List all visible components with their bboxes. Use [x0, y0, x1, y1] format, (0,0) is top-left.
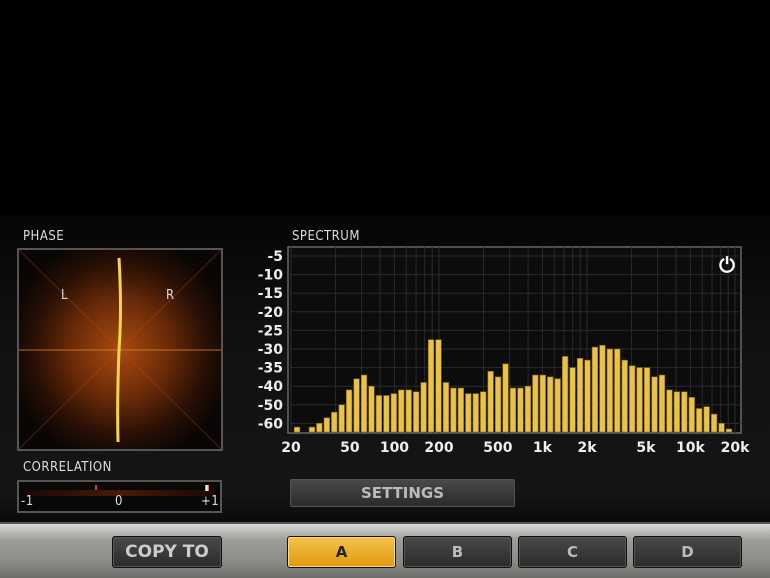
correlation-max-label: +1 — [201, 494, 220, 509]
slot-b-button[interactable]: B — [403, 536, 512, 568]
spectrum-bar — [331, 411, 338, 433]
spectrum-bar — [442, 382, 450, 433]
spectrum-bar — [308, 426, 315, 433]
spectrum-bar — [375, 395, 383, 433]
spectrum-chart: -5 -10 -15 -20 -25 -30 -35 -40 -50 -60 20 50 100 200 5… — [258, 246, 750, 456]
spectrum-x-tick-label: 20 — [281, 440, 301, 456]
spectrum-bar — [502, 363, 509, 433]
spectrum-bar — [688, 397, 695, 433]
spectrum-x-tick-label: 10k — [676, 440, 705, 456]
correlation-meter: -1 0 +1 — [17, 480, 222, 513]
spectrum-y-tick-label: -10 — [258, 268, 284, 284]
spectrum-x-tick-label: 5k — [636, 440, 656, 456]
spectrum-bar — [420, 382, 427, 433]
spectrum-bar — [465, 393, 472, 433]
spectrum-x-tick-label: 200 — [424, 440, 453, 456]
spectrum-bar — [725, 428, 733, 433]
spectrum-bar — [703, 406, 710, 433]
spectrum-bar — [547, 376, 554, 433]
correlation-zero-mark — [95, 485, 97, 490]
spectrum-bar — [316, 423, 323, 433]
spectrum-bar — [539, 374, 546, 433]
spectrum-x-tick-label: 1k — [533, 440, 553, 456]
spectrum-bar — [435, 339, 442, 433]
spectrum-bar — [487, 371, 494, 433]
spectrum-bar — [599, 344, 606, 433]
spectrum-x-tick-label: 100 — [380, 440, 409, 456]
spectrum-y-tick-label: -30 — [258, 342, 284, 358]
spectrum-bar — [480, 391, 487, 433]
spectrum-bar — [509, 387, 517, 433]
spectrum-bar — [398, 389, 405, 433]
spectrum-y-tick-label: -50 — [258, 398, 284, 414]
spectrum-bar — [643, 367, 651, 433]
spectrum-bar — [591, 346, 599, 433]
slot-a-button[interactable]: A — [287, 536, 396, 568]
spectrum-bar — [666, 389, 673, 433]
spectrum-bar — [413, 391, 420, 433]
spectrum-bar — [383, 395, 390, 433]
spectrum-bar — [457, 387, 464, 433]
spectrum-bar — [651, 376, 658, 433]
spectrum-bar — [293, 426, 301, 433]
spectrum-bar — [390, 393, 397, 433]
spectrum-bar — [681, 391, 688, 433]
spectrum-x-tick-label: 2k — [577, 440, 597, 456]
spectrum-bar — [673, 391, 680, 433]
spectrum-bar — [517, 387, 524, 433]
spectrum-bar — [346, 389, 353, 433]
spectrum-y-tick-label: -25 — [258, 323, 283, 339]
settings-button[interactable]: SETTINGS — [289, 478, 516, 508]
spectrum-bar — [338, 404, 345, 433]
spectrum-bar — [636, 367, 643, 433]
spectrum-y-tick-label: -40 — [258, 379, 284, 395]
spectrum-bar — [614, 348, 621, 433]
spectrum-y-tick-label: -15 — [258, 286, 283, 302]
spectrum-bar — [524, 385, 531, 433]
spectrum-bar — [360, 374, 368, 433]
spectrum-bar — [606, 348, 613, 433]
spectrum-bar — [629, 365, 636, 433]
spectrum-x-tick-label: 50 — [340, 440, 360, 456]
spectrum-bar — [576, 357, 584, 433]
spectrum-bar — [696, 408, 703, 433]
spectrum-bar — [495, 376, 502, 433]
spectrum-bar — [658, 374, 666, 433]
spectrum-bar — [353, 378, 360, 433]
spectrum-bar — [569, 367, 576, 433]
spectrum-bar — [323, 417, 330, 433]
spectrum-y-tick-label: -20 — [258, 305, 284, 321]
spectrum-bar — [711, 413, 718, 433]
spectrum-y-tick-label: -5 — [267, 249, 283, 265]
correlation-mid-label: 0 — [115, 494, 123, 509]
spectrum-y-tick-label: -60 — [258, 416, 284, 432]
slot-c-button[interactable]: C — [518, 536, 627, 568]
spectrum-bar — [718, 423, 725, 433]
spectrum-bar — [621, 359, 628, 433]
spectrum-x-tick-label: 500 — [483, 440, 512, 456]
copy-to-button[interactable]: COPY TO — [112, 536, 222, 568]
power-icon[interactable]: ⏻ — [716, 254, 738, 276]
spectrum-bar — [368, 385, 375, 433]
slot-d-button[interactable]: D — [633, 536, 742, 568]
spectrum-bar — [584, 359, 591, 433]
spectrum-bar — [427, 339, 435, 433]
spectrum-bar — [450, 387, 457, 433]
correlation-indicator — [205, 485, 210, 491]
spectrum-y-tick-label: -35 — [258, 361, 283, 377]
spectrum-bar — [405, 389, 412, 433]
correlation-min-label: -1 — [21, 494, 34, 509]
spectrum-bar — [472, 393, 479, 433]
spectrum-bar — [562, 356, 569, 433]
spectrum-bar — [554, 378, 561, 433]
spectrum-x-tick-label: 20k — [721, 440, 750, 456]
spectrum-bar — [532, 374, 539, 433]
